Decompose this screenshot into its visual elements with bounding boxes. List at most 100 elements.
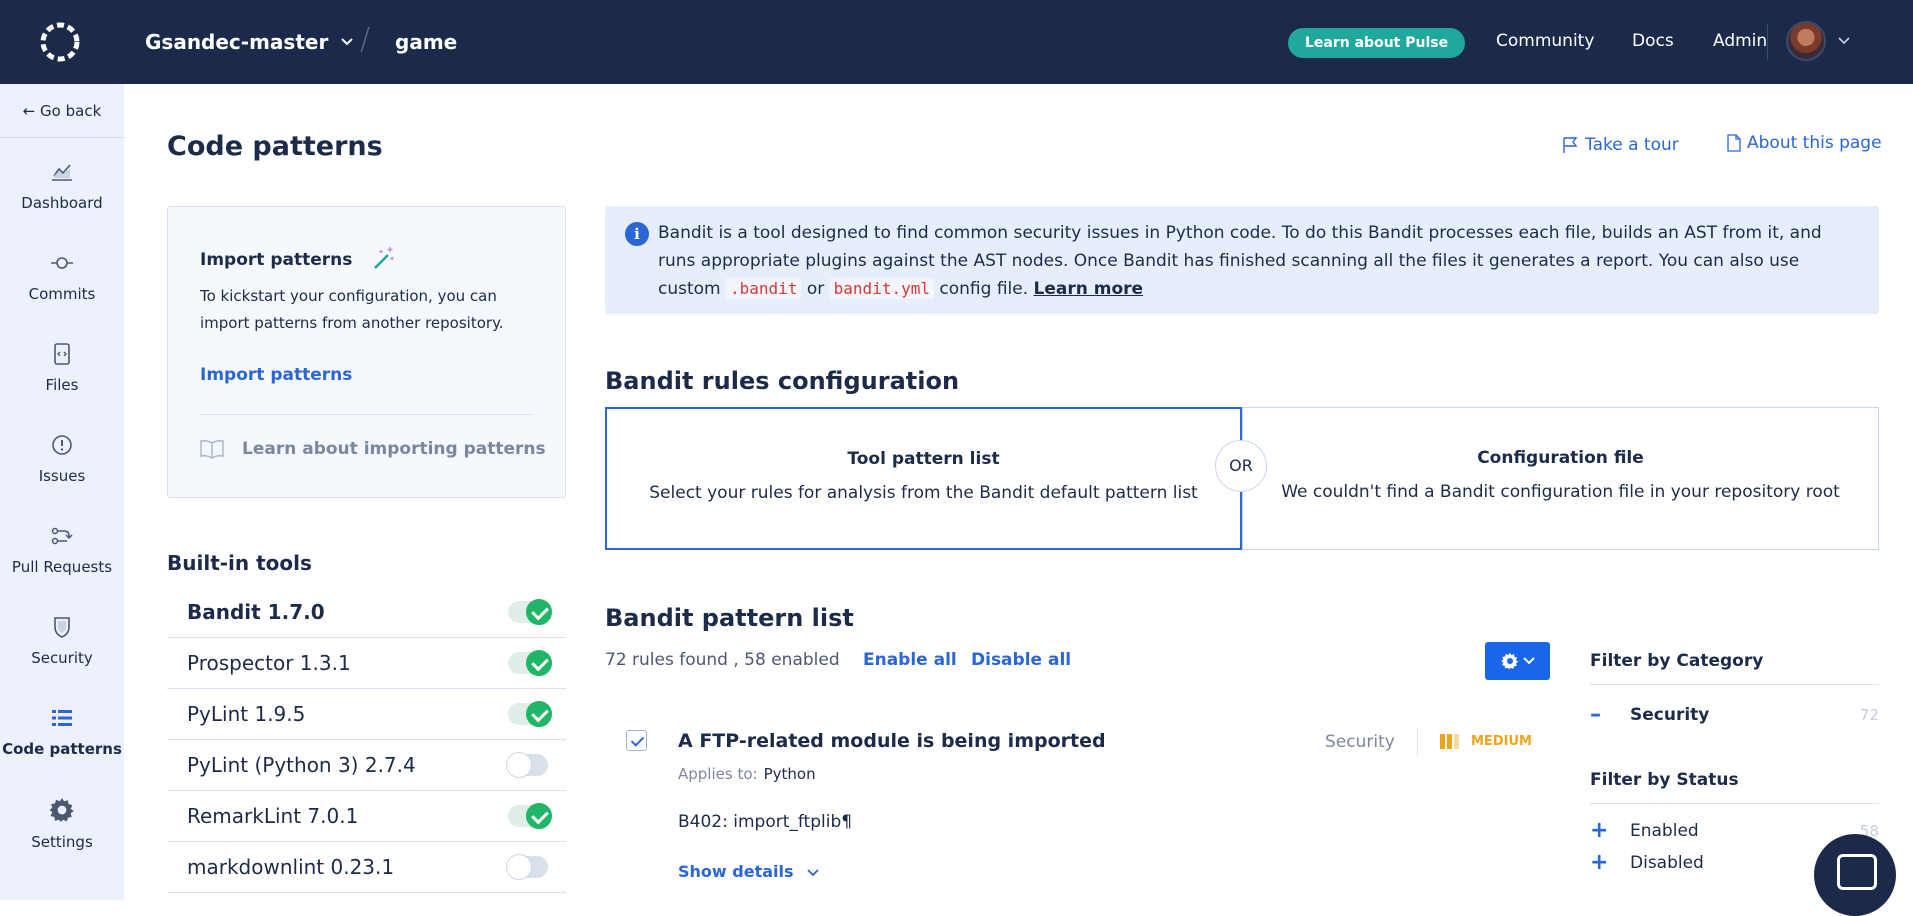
option-description: We couldn't find a Bandit configuration … xyxy=(1281,482,1840,502)
sidebar-item-issues[interactable]: Issues xyxy=(0,433,124,485)
book-icon xyxy=(200,440,224,459)
flag-icon xyxy=(1563,137,1578,153)
divider xyxy=(200,414,533,415)
sidebar-item-files[interactable]: Files xyxy=(0,342,124,394)
chart-icon xyxy=(52,164,72,181)
divider xyxy=(1590,803,1879,804)
nav-docs[interactable]: Docs xyxy=(1632,31,1674,51)
import-patterns-link[interactable]: Import patterns xyxy=(200,365,352,385)
filter-count: 72 xyxy=(1859,705,1879,724)
enable-all-button[interactable]: Enable all xyxy=(863,650,957,670)
tool-name: PyLint 1.9.5 xyxy=(187,702,306,726)
tool-toggle[interactable] xyxy=(508,803,552,829)
learn-more-link[interactable]: Learn more xyxy=(1034,279,1144,299)
chevron-down-icon xyxy=(341,38,354,46)
code-bandit: .bandit xyxy=(726,278,802,299)
severity-bars-icon xyxy=(1440,734,1459,749)
user-menu[interactable] xyxy=(1786,21,1850,61)
gear-icon xyxy=(1500,652,1518,670)
divider xyxy=(1417,728,1418,756)
filter-category-security[interactable]: – Security 72 xyxy=(1590,702,1879,727)
take-tour-link[interactable]: Take a tour xyxy=(1561,135,1679,155)
tool-pattern-list-option[interactable]: Tool pattern list Select your rules for … xyxy=(605,407,1242,550)
file-icon xyxy=(54,343,70,365)
learn-importing-link[interactable]: Learn about importing patterns xyxy=(200,439,546,459)
pattern-settings-button[interactable] xyxy=(1485,642,1550,680)
tool-row-prospector[interactable]: Prospector 1.3.1 xyxy=(167,638,566,689)
option-description: Select your rules for analysis from the … xyxy=(649,483,1198,503)
filter-label: Enabled xyxy=(1630,820,1699,841)
tool-name: Bandit 1.7.0 xyxy=(187,600,325,624)
learn-pulse-button[interactable]: Learn about Pulse xyxy=(1288,28,1466,58)
filter-label: Security xyxy=(1630,704,1710,725)
sidebar-item-label: Security xyxy=(31,649,93,667)
avatar xyxy=(1786,21,1826,61)
gear-icon xyxy=(49,798,74,822)
commit-icon xyxy=(51,257,73,269)
tool-row-remarklint[interactable]: RemarkLint 7.0.1 xyxy=(167,791,566,842)
sidebar-item-code-patterns[interactable]: Code patterns xyxy=(0,706,124,758)
magic-wand-icon xyxy=(374,247,394,269)
rules-count: 72 rules found , 58 enabled xyxy=(605,650,840,670)
pattern-checkbox[interactable] xyxy=(626,730,647,751)
project-name[interactable]: game xyxy=(395,30,457,54)
plus-icon: + xyxy=(1590,850,1609,875)
show-details-link[interactable]: Show details xyxy=(678,862,819,881)
show-details-label: Show details xyxy=(678,862,794,881)
or-badge: OR xyxy=(1215,440,1267,492)
sidebar-item-security[interactable]: Security xyxy=(0,615,124,667)
top-bar: Gsandec-master / game Learn about Pulse … xyxy=(0,0,1913,84)
tool-row-pylint-python3[interactable]: PyLint (Python 3) 2.7.4 xyxy=(167,740,566,791)
tool-row-pylint[interactable]: PyLint 1.9.5 xyxy=(167,689,566,740)
nav-admin[interactable]: Admin xyxy=(1713,31,1767,51)
sidebar-item-settings[interactable]: Settings xyxy=(0,797,124,851)
sidebar: ← Go back Dashboard Commits Files Issues… xyxy=(0,84,124,900)
info-text-end: config file. xyxy=(939,279,1029,299)
pattern-category: Security xyxy=(1325,732,1395,752)
code-bandit-yml: bandit.yml xyxy=(829,278,934,299)
about-page-link[interactable]: About this page xyxy=(1727,133,1882,153)
about-page-label: About this page xyxy=(1747,133,1882,153)
breadcrumb-separator: / xyxy=(360,22,371,57)
applies-value: Python xyxy=(763,765,816,783)
sidebar-item-pull-requests[interactable]: Pull Requests xyxy=(0,524,124,576)
go-back-link[interactable]: ← Go back xyxy=(0,84,124,138)
tool-toggle[interactable] xyxy=(506,854,548,880)
import-description: To kickstart your configuration, you can… xyxy=(200,287,504,332)
option-title: Configuration file xyxy=(1477,448,1644,468)
nav-community[interactable]: Community xyxy=(1496,31,1594,51)
pattern-title[interactable]: A FTP-related module is being imported xyxy=(678,730,1106,752)
config-title: Bandit rules configuration xyxy=(605,367,960,395)
shield-icon xyxy=(54,617,70,638)
page-title: Code patterns xyxy=(167,131,383,162)
chevron-down-icon xyxy=(807,869,819,877)
severity-label: MEDIUM xyxy=(1471,734,1532,749)
tool-name: Prospector 1.3.1 xyxy=(187,651,351,675)
tool-row-bandit[interactable]: Bandit 1.7.0 xyxy=(167,587,566,638)
minus-icon: – xyxy=(1590,702,1601,727)
sidebar-item-label: Dashboard xyxy=(21,194,103,212)
applies-label: Applies to: xyxy=(678,765,758,783)
sidebar-item-label: Commits xyxy=(28,285,96,303)
tool-toggle[interactable] xyxy=(506,752,548,778)
plus-icon: + xyxy=(1590,818,1609,843)
bandit-info-box: i Bandit is a tool designed to find comm… xyxy=(605,206,1879,314)
tool-toggle[interactable] xyxy=(508,701,552,727)
pattern-list-title: Bandit pattern list xyxy=(605,604,854,632)
tool-toggle[interactable] xyxy=(508,599,552,625)
chat-widget-button[interactable] xyxy=(1814,834,1896,916)
sidebar-item-commits[interactable]: Commits xyxy=(0,251,124,303)
option-title: Tool pattern list xyxy=(847,449,1000,469)
codacy-logo-icon[interactable] xyxy=(38,20,82,64)
disable-all-button[interactable]: Disable all xyxy=(971,650,1071,670)
tool-row-markdownlint[interactable]: markdownlint 0.23.1 xyxy=(167,842,566,893)
take-tour-label: Take a tour xyxy=(1585,135,1679,155)
tool-name: PyLint (Python 3) 2.7.4 xyxy=(187,753,416,777)
sidebar-item-label: Settings xyxy=(31,833,93,851)
sidebar-item-label: Files xyxy=(45,376,79,394)
sidebar-item-dashboard[interactable]: Dashboard xyxy=(0,160,124,212)
org-switcher[interactable]: Gsandec-master xyxy=(145,30,354,54)
import-patterns-card: Import patterns To kickstart your config… xyxy=(167,206,566,498)
tool-toggle[interactable] xyxy=(508,650,552,676)
configuration-file-option[interactable]: Configuration file We couldn't find a Ba… xyxy=(1242,407,1879,550)
